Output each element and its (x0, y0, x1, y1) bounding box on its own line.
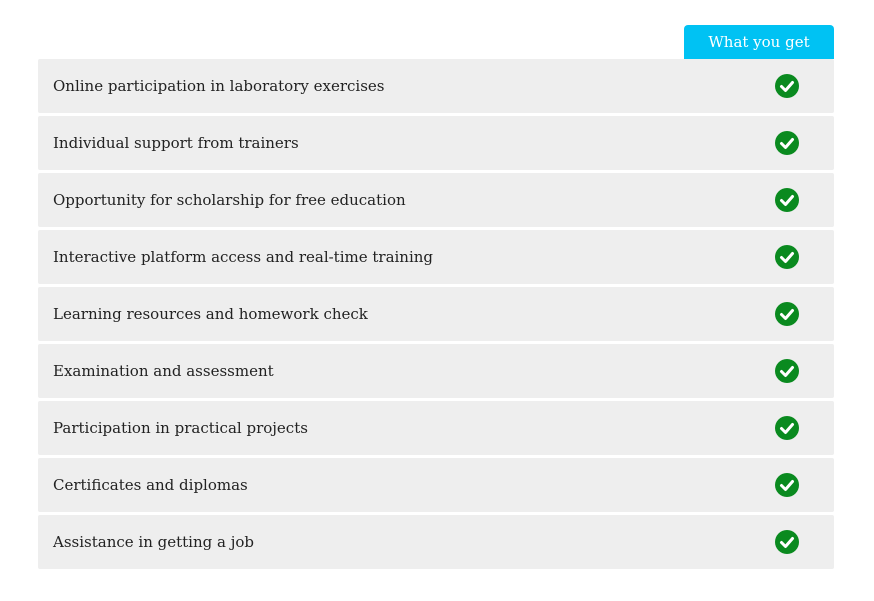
check-circle-icon (775, 530, 799, 554)
check-circle-icon (775, 131, 799, 155)
feature-label: Participation in practical projects (53, 419, 308, 437)
feature-label: Examination and assessment (53, 362, 274, 380)
check-circle-icon (775, 359, 799, 383)
feature-label: Assistance in getting a job (53, 533, 254, 551)
feature-label: Online participation in laboratory exerc… (53, 77, 385, 95)
feature-row: Online participation in laboratory exerc… (38, 59, 834, 113)
feature-row: Certificates and diplomas (38, 458, 834, 512)
feature-row: Learning resources and homework check (38, 287, 834, 341)
feature-label: Interactive platform access and real-tim… (53, 248, 434, 266)
check-circle-icon (775, 473, 799, 497)
check-circle-icon (775, 416, 799, 440)
check-circle-icon (775, 74, 799, 98)
what-you-get-header: What you get (684, 25, 834, 59)
feature-label: Opportunity for scholarship for free edu… (53, 191, 406, 209)
check-circle-icon (775, 302, 799, 326)
check-circle-icon (775, 245, 799, 269)
feature-label: Learning resources and homework check (53, 305, 368, 323)
feature-row: Participation in practical projects (38, 401, 834, 455)
features-table: Online participation in laboratory exerc… (38, 59, 834, 572)
feature-row: Opportunity for scholarship for free edu… (38, 173, 834, 227)
feature-label: Certificates and diplomas (53, 476, 248, 494)
feature-row: Examination and assessment (38, 344, 834, 398)
check-circle-icon (775, 188, 799, 212)
feature-row: Assistance in getting a job (38, 515, 834, 569)
feature-row: Interactive platform access and real-tim… (38, 230, 834, 284)
feature-label: Individual support from trainers (53, 134, 299, 152)
feature-row: Individual support from trainers (38, 116, 834, 170)
